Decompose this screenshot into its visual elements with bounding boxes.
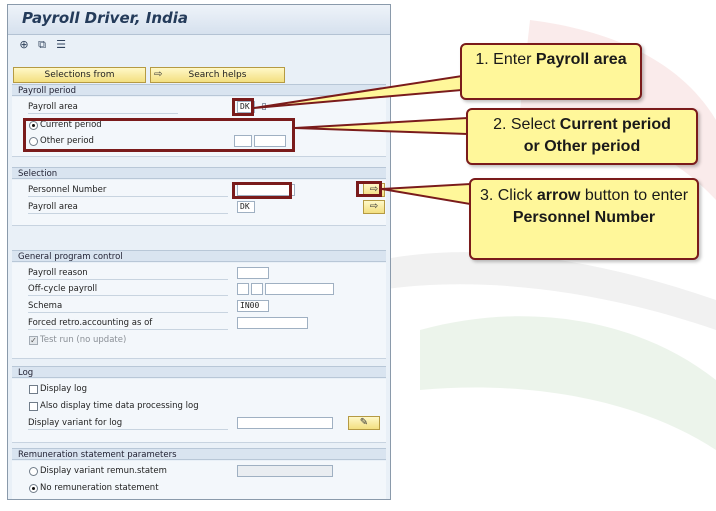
selection-section: Personnel Number ⇨ Payroll area DK ⇨ xyxy=(12,180,386,226)
callout-step3: 3. Click arrow button to enter Personnel… xyxy=(469,178,699,260)
payroll-area-multiple-selection-button[interactable]: ⇨ xyxy=(363,200,385,214)
sap-window: Payroll Driver, India ⊕ ⧉ ☰ Selections f… xyxy=(7,4,391,500)
callout-step1-prefix: 1. Enter xyxy=(475,51,536,68)
callout-step2-prefix: 2. Select xyxy=(493,116,560,133)
search-helps-button[interactable]: ⇨ Search helps xyxy=(150,67,285,83)
pencil-icon[interactable]: ✎ xyxy=(348,416,380,430)
callout-step2: 2. Select Current period or Other period xyxy=(466,108,698,165)
personnel-number-label: Personnel Number xyxy=(28,185,228,197)
window-title: Payroll Driver, India xyxy=(22,9,188,27)
forced-retro-input[interactable] xyxy=(237,317,308,329)
payroll-reason-label: Payroll reason xyxy=(28,268,228,280)
arrow-right-icon: ⇨ xyxy=(154,69,163,80)
selections-from-button[interactable]: Selections from xyxy=(13,67,146,83)
display-variant-log-label: Display variant for log xyxy=(28,418,228,430)
general-program-control-section: Payroll reason Off-cycle payroll Schema … xyxy=(12,263,386,359)
no-remuneration-radio[interactable] xyxy=(29,484,38,493)
period-highlight xyxy=(23,118,295,152)
off-cycle-input-1[interactable] xyxy=(237,283,249,295)
selections-from-label: Selections from xyxy=(44,70,115,80)
off-cycle-input-2[interactable] xyxy=(251,283,263,295)
search-helps-label: Search helps xyxy=(188,70,247,80)
display-variant-remun-radio[interactable] xyxy=(29,467,38,476)
match-code-icon[interactable]: ▯ xyxy=(258,101,270,113)
schema-label: Schema xyxy=(28,301,228,313)
callout-step2-bold2: Other period xyxy=(544,138,641,155)
no-remuneration-label: No remuneration statement xyxy=(40,483,159,493)
test-run-checkbox: ✓ xyxy=(29,336,38,345)
list-icon[interactable]: ☰ xyxy=(55,39,67,51)
callout-step3-bold1: arrow xyxy=(536,187,581,204)
display-log-label: Display log xyxy=(40,384,87,394)
payroll-area-highlight xyxy=(232,98,254,116)
display-variant-log-input[interactable] xyxy=(237,417,333,429)
callout-step3-mid: button to enter xyxy=(580,187,689,204)
also-display-label: Also display time data processing log xyxy=(40,401,199,411)
off-cycle-payroll-label: Off-cycle payroll xyxy=(28,284,228,296)
callout-step2-mid: or xyxy=(523,138,545,155)
payroll-period-header: Payroll period xyxy=(12,84,386,96)
display-variant-remun-input xyxy=(237,465,333,477)
remuneration-header: Remuneration statement parameters xyxy=(12,448,386,460)
general-program-control-header: General program control xyxy=(12,250,386,262)
callout-step2-bold1: Current period xyxy=(559,116,671,133)
remuneration-section: Display variant remun.statem No remunera… xyxy=(12,461,386,499)
display-variant-remun-label: Display variant remun.statem xyxy=(40,466,167,476)
payroll-area-label: Payroll area xyxy=(28,102,178,114)
callout-step3-prefix: 3. Click xyxy=(479,187,537,204)
display-log-checkbox[interactable] xyxy=(29,385,38,394)
selection-header: Selection xyxy=(12,167,386,179)
test-run-label: Test run (no update) xyxy=(40,335,127,345)
forced-retro-label: Forced retro.accounting as of xyxy=(28,318,228,330)
selection-payroll-area-label: Payroll area xyxy=(28,202,228,214)
execute-icon[interactable]: ⊕ xyxy=(18,39,30,51)
personnel-number-highlight xyxy=(232,182,292,199)
title-bar: Payroll Driver, India xyxy=(8,5,390,35)
selection-payroll-area-input[interactable]: DK xyxy=(237,201,255,213)
log-header: Log xyxy=(12,366,386,378)
log-section: Display log Also display time data proce… xyxy=(12,379,386,443)
callout-step1: 1. Enter Payroll area xyxy=(460,43,642,100)
off-cycle-input-3[interactable] xyxy=(265,283,334,295)
also-display-checkbox[interactable] xyxy=(29,402,38,411)
callout-step3-bold2: Personnel Number xyxy=(512,209,656,226)
schema-input[interactable]: IN00 xyxy=(237,300,269,312)
arrow-button-highlight xyxy=(356,181,382,197)
payroll-reason-input[interactable] xyxy=(237,267,269,279)
variant-icon[interactable]: ⧉ xyxy=(36,39,48,51)
callout-step1-bold: Payroll area xyxy=(535,51,627,68)
